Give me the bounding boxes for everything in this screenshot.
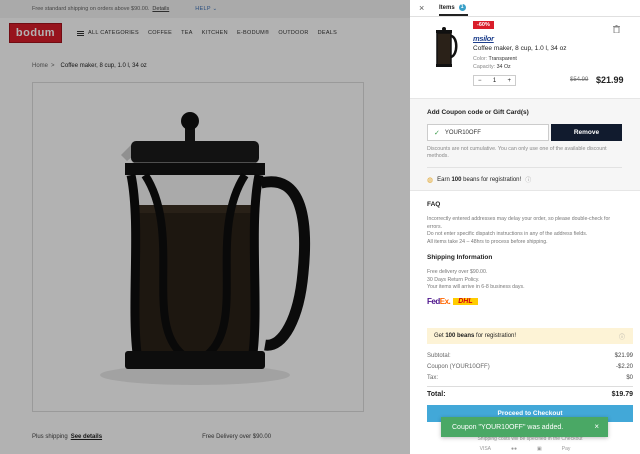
shipping-line: Your items will arrive in 6-8 business d… [427, 284, 525, 290]
coin-icon: ◍ [427, 176, 434, 184]
faq-line: All items take 24 – 48hrs to process bef… [427, 238, 548, 245]
beans-banner: Get 100 beans for registration! ⓘ [427, 328, 633, 344]
card-icon: ▣ [537, 446, 542, 452]
item-color: Color: Transparent [473, 56, 517, 62]
drawer-backdrop[interactable] [0, 0, 410, 454]
items-count-badge: 1 [458, 4, 466, 11]
coupon-input[interactable]: ✓ YOUR10OFF [427, 124, 549, 141]
coupon-note: Discounts are not cumulative. You can on… [427, 146, 607, 159]
faq-title: FAQ [427, 201, 441, 208]
dhl-logo: DHL [453, 297, 478, 305]
check-icon: ✓ [434, 129, 440, 137]
shipping-line: 30 Days Return Policy. [427, 276, 480, 283]
info-icon[interactable]: ⓘ [619, 332, 625, 341]
visa-icon: VISA [479, 446, 491, 452]
tab-items-label: Items [439, 4, 455, 11]
order-totals: Subtotal: $21.99 Coupon (YOUR10OFF) -$2.20… [427, 350, 633, 398]
payment-icons: VISA ●● ▣ Pay [410, 446, 640, 452]
coupon-section: Add Coupon code or Gift Card(s) ✓ YOUR10… [410, 98, 640, 190]
tab-items[interactable]: Items 1 [439, 4, 468, 16]
cart-item: -60% msilor Coffee maker, 8 cup, 1.0 l, … [410, 17, 640, 97]
faq-line: Incorrectly entered addresses may delay … [427, 216, 611, 230]
coupon-added-toast: Coupon "YOUR10OFF" was added. × [441, 417, 608, 437]
remove-coupon-button[interactable]: Remove [551, 124, 622, 141]
coupon-code-value: YOUR10OFF [444, 129, 481, 136]
earn-beans-row: ◍ Earn 100 beans for registration! ⓘ [427, 167, 622, 184]
toast-close-icon[interactable]: × [594, 422, 599, 431]
faq-line: Do not enter specific dispatch instructi… [427, 231, 588, 237]
info-icon[interactable]: ⓘ [525, 175, 531, 184]
qty-plus-button[interactable]: + [507, 78, 511, 84]
quantity-stepper: − 1 + [473, 75, 516, 86]
total-row: Total: $19.79 [427, 386, 633, 398]
mastercard-icon: ●● [511, 446, 518, 452]
new-price: $21.99 [596, 75, 624, 85]
tax-row: Tax: $0 [427, 374, 633, 381]
fedex-logo: FedEx. [427, 296, 451, 306]
drawer-header: × Items 1 [410, 0, 640, 17]
coupon-row: Coupon (YOUR10OFF) -$2.20 [427, 363, 633, 370]
close-icon[interactable]: × [419, 3, 424, 13]
shipping-info-title: Shipping Information [427, 254, 493, 261]
item-name[interactable]: Coffee maker, 8 cup, 1.0 l, 34 oz [473, 45, 566, 52]
item-thumbnail[interactable] [430, 27, 460, 71]
subtotal-row: Subtotal: $21.99 [427, 352, 633, 359]
trash-icon[interactable] [613, 25, 620, 33]
pay-icon: Pay [561, 446, 571, 452]
faq-section: FAQ Incorrectly entered addresses may de… [410, 190, 640, 315]
item-capacity: Capacity: 34 Oz [473, 64, 511, 70]
shipping-line: Free delivery over $90.00. [427, 269, 488, 275]
coupon-title: Add Coupon code or Gift Card(s) [427, 109, 529, 116]
old-price: $54.99 [570, 77, 589, 83]
cart-drawer: × Items 1 -60% msilor Coffee maker, 8 cu… [410, 0, 640, 454]
qty-minus-button[interactable]: − [478, 78, 482, 84]
toast-message: Coupon "YOUR10OFF" was added. [452, 423, 564, 431]
carrier-logos: FedEx. DHL [427, 297, 623, 306]
qty-value[interactable]: 1 [493, 78, 496, 84]
discount-badge: -60% [473, 21, 494, 29]
brand-logo: msilor [473, 34, 494, 43]
